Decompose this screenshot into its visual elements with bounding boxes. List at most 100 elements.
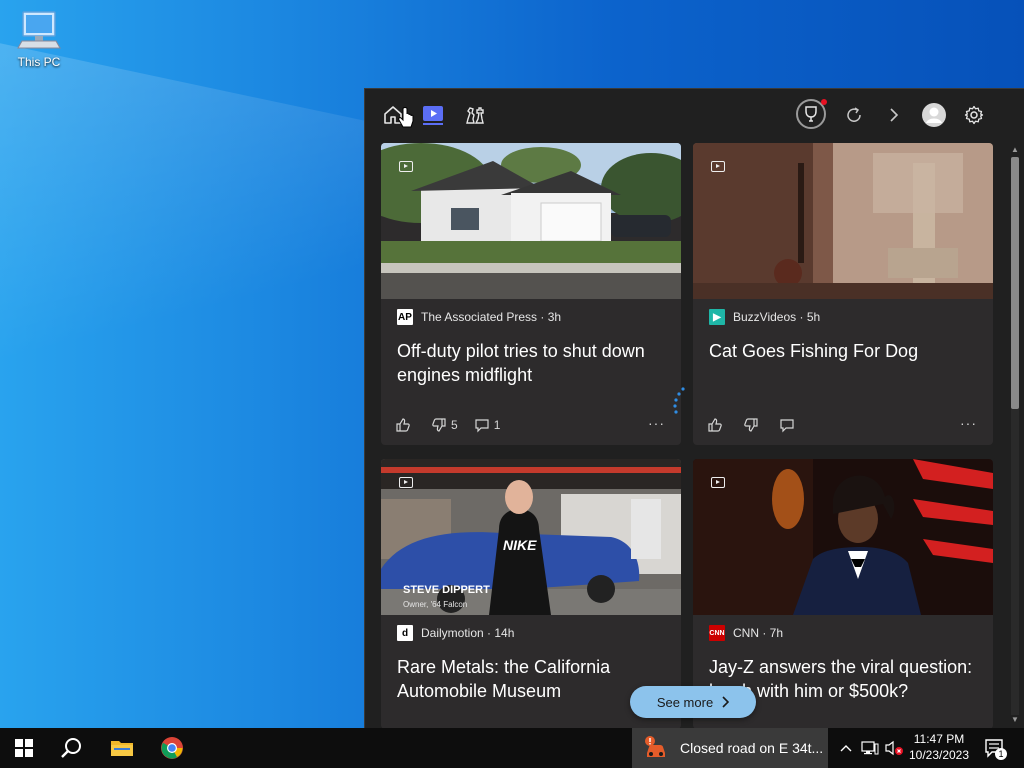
show-hidden-icons-button[interactable] (838, 728, 854, 768)
like-button[interactable] (395, 417, 415, 433)
profile-button[interactable] (918, 99, 950, 131)
caption-name: STEVE DIPPERT (403, 584, 490, 596)
forward-button[interactable] (878, 99, 910, 131)
chrome-icon (161, 737, 183, 759)
source-label: Dailymotion · 14h (421, 626, 515, 640)
network-icon (861, 741, 879, 755)
shirt-logo-text: NIKE (503, 537, 537, 553)
see-more-button[interactable]: See more (630, 686, 756, 718)
image-caption: STEVE DIPPERT (403, 584, 490, 596)
card-thumbnail (693, 459, 993, 615)
chess-icon (466, 107, 484, 124)
news-card[interactable]: STEVE DIPPERT Owner, '64 Falcon NIKE d D… (381, 459, 681, 728)
card-source: CNN CNN · 7h (709, 625, 783, 641)
news-widget-taskbar-button[interactable]: Closed road on E 34t... (632, 728, 828, 768)
notification-count-badge: 1 (995, 748, 1007, 760)
thumbs-down-icon (432, 418, 446, 432)
volume-muted-icon (885, 740, 903, 756)
thumbs-up-icon (396, 418, 410, 432)
refresh-button[interactable] (838, 99, 870, 131)
card-title[interactable]: Off-duty pilot tries to shut down engine… (397, 339, 669, 387)
volume-button[interactable] (884, 728, 904, 768)
chrome-button[interactable] (152, 728, 192, 768)
monitor-icon (17, 11, 61, 49)
video-indicator-icon (399, 161, 413, 172)
card-thumbnail (381, 143, 681, 299)
source-label: The Associated Press · 3h (421, 310, 562, 324)
comment-count: 1 (493, 418, 501, 432)
chevron-up-icon (840, 745, 852, 752)
caption-role: Owner, '64 Falcon (403, 600, 468, 609)
card-thumbnail: STEVE DIPPERT Owner, '64 Falcon NIKE (381, 459, 681, 615)
more-options-button[interactable]: ··· (648, 415, 665, 431)
source-label: BuzzVideos · 5h (733, 310, 821, 324)
buzzvideos-logo-icon: ▶ (709, 309, 725, 325)
dislike-button[interactable] (743, 417, 763, 433)
network-button[interactable] (860, 728, 880, 768)
dislike-count: 5 (451, 418, 458, 432)
traffic-alert-icon (645, 736, 665, 757)
loading-spinner-icon (673, 387, 685, 414)
folder-icon (111, 741, 133, 756)
feed-scrollbar[interactable]: ▲ ▼ (1008, 143, 1022, 727)
news-card[interactable]: ▶ BuzzVideos · 5h Cat Goes Fishing For D… (693, 143, 993, 445)
chevron-right-icon (890, 108, 899, 122)
see-more-label: See more (656, 694, 714, 710)
taskbar-clock[interactable]: 11:47 PM 10/23/2023 (904, 731, 974, 763)
ap-logo-icon: AP (397, 309, 413, 325)
news-ticker-text: Closed road on E 34t... (680, 740, 824, 756)
trophy-icon (796, 99, 827, 129)
video-indicator-icon (399, 477, 413, 488)
card-source: AP The Associated Press · 3h (397, 309, 561, 325)
windows-logo-icon (15, 739, 33, 757)
card-actions: ··· (707, 415, 983, 435)
video-tab-button[interactable] (417, 99, 449, 131)
like-button[interactable] (707, 417, 727, 433)
card-title[interactable]: Rare Metals: the California Automobile M… (397, 655, 669, 703)
thumbs-down-icon (744, 418, 758, 432)
action-center-button[interactable]: 1 (980, 728, 1010, 768)
card-source: ▶ BuzzVideos · 5h (709, 309, 820, 325)
chevron-right-icon (722, 696, 730, 708)
search-icon (61, 738, 81, 758)
image-subcaption: Owner, '64 Falcon (403, 600, 467, 609)
dailymotion-logo-icon: d (397, 625, 413, 641)
taskbar: Closed road on E 34t... 11:47 PM 10/23/2… (0, 728, 1024, 768)
cnn-logo-icon: CNN (709, 625, 725, 641)
settings-button[interactable] (958, 99, 990, 131)
widgets-panel: AP The Associated Press · 3h Off-duty pi… (364, 88, 1024, 728)
dislike-button[interactable]: 5 (431, 417, 458, 433)
card-actions: 5 1 ··· (395, 415, 671, 435)
more-options-button[interactable]: ··· (960, 415, 977, 431)
card-thumbnail (693, 143, 993, 299)
video-indicator-icon (711, 477, 725, 488)
file-explorer-button[interactable] (102, 728, 142, 768)
comment-button[interactable]: 1 (474, 417, 501, 433)
rewards-button[interactable] (795, 97, 829, 131)
gear-icon (964, 105, 984, 125)
comment-icon (780, 419, 794, 433)
hand-cursor-icon (398, 107, 414, 128)
refresh-icon (847, 107, 861, 122)
search-button[interactable] (52, 728, 92, 768)
news-card[interactable]: AP The Associated Press · 3h Off-duty pi… (381, 143, 681, 445)
comment-icon (475, 419, 489, 433)
play-icon (423, 106, 443, 125)
avatar-icon (922, 103, 946, 127)
widgets-toolbar (365, 89, 1024, 141)
scrollbar-thumb[interactable] (1011, 157, 1019, 409)
this-pc-label: This PC (17, 55, 61, 69)
thumbs-up-icon (708, 418, 722, 432)
scroll-up-icon[interactable]: ▲ (1010, 145, 1020, 155)
clock-date: 10/23/2023 (908, 748, 970, 762)
source-label: CNN · 7h (733, 626, 784, 640)
start-button[interactable] (4, 728, 44, 768)
clock-time: 11:47 PM (913, 732, 965, 746)
games-tab-button[interactable] (459, 99, 491, 131)
comment-button[interactable] (779, 417, 799, 433)
card-title[interactable]: Cat Goes Fishing For Dog (709, 339, 981, 363)
this-pc-desktop-icon[interactable]: This PC (14, 8, 64, 69)
scroll-down-icon[interactable]: ▼ (1010, 715, 1020, 725)
card-source: d Dailymotion · 14h (397, 625, 514, 641)
video-indicator-icon (711, 161, 725, 172)
